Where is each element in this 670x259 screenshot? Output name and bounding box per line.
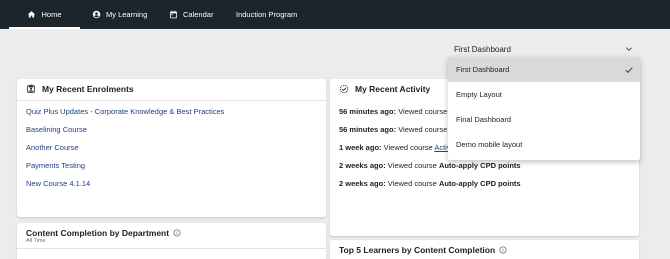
top-learners-title: Top 5 Learners by Content Completion [339,245,496,255]
nav-induction-program-label: Induction Program [236,10,298,19]
recent-enrolments-title: My Recent Enrolments [42,84,134,94]
recent-enrolments-card: My Recent Enrolments Quiz Plus Updates -… [17,79,326,217]
info-icon[interactable] [173,229,181,237]
activity-item: 2 weeks ago: Viewed course Auto-apply CP… [339,179,521,188]
recent-activity-header: My Recent Activity [339,84,430,94]
check-circle-icon [339,84,349,94]
recent-activity-title: My Recent Activity [355,84,431,94]
info-icon[interactable] [499,246,507,254]
activity-item: 1 week ago: Viewed course Activi [339,143,453,152]
dashboard-option-selected[interactable]: First Dashboard [448,57,640,82]
recent-enrolments-header: My Recent Enrolments [26,84,134,94]
enrolment-link[interactable]: Another Course [26,143,79,152]
divider [17,248,326,249]
enrolment-link[interactable]: Payments Testing [26,161,85,170]
nav-calendar-label: Calendar [183,10,214,19]
enrolment-link[interactable]: New Course 4.1.14 [26,179,90,188]
dashboard-select-value: First Dashboard [454,44,511,54]
nav-home-label: Home [41,10,62,19]
activity-item: 56 minutes ago: Viewed course 1 [339,125,454,134]
chevron-down-icon [626,47,632,51]
enrolment-link[interactable]: Quiz Plus Updates - Corporate Knowledge … [26,107,224,116]
nav-home[interactable]: Home [9,0,80,29]
nav-my-learning-label: My Learning [106,10,148,19]
dashboard-option-label: Final Dashboard [456,115,512,124]
activity-item: 2 weeks ago: Viewed course Auto-apply CP… [339,161,521,170]
dashboard-option[interactable]: Demo mobile layout [448,132,640,157]
nav-calendar[interactable]: Calendar [169,0,213,29]
user-circle-icon [92,10,101,19]
checkmark-icon [625,67,633,73]
top-learners-card: Top 5 Learners by Content Completion [330,240,639,259]
home-icon [28,11,36,18]
dashboard-option-label: First Dashboard [456,65,510,74]
activity-item: 56 minutes ago: Viewed course 1 [339,107,454,116]
dashboard-option[interactable]: Empty Layout [448,82,640,107]
dashboard-option-label: Empty Layout [456,90,502,99]
nav-induction-program[interactable]: Induction Program [236,0,297,29]
content-completion-department-title: Content Completion by Department [26,228,170,238]
content-completion-department-card: Content Completion by Department All Tim… [17,223,326,259]
top-learners-header: Top 5 Learners by Content Completion [339,245,507,255]
dashboard-dropdown-menu: First Dashboard Empty Layout Final Dashb… [448,57,640,160]
enrolment-link[interactable]: Baselining Course [26,125,87,134]
clipboard-user-icon [27,84,35,93]
dashboard-option-label: Demo mobile layout [456,140,523,149]
content-completion-department-header: Content Completion by Department [26,228,181,238]
nav-my-learning[interactable]: My Learning [92,0,147,29]
top-navigation: Home My Learning Calendar Induction Prog… [0,0,670,29]
divider [17,100,326,101]
time-range-label: All Time [26,238,46,244]
dashboard-option[interactable]: Final Dashboard [448,107,640,132]
calendar-icon [170,10,177,19]
